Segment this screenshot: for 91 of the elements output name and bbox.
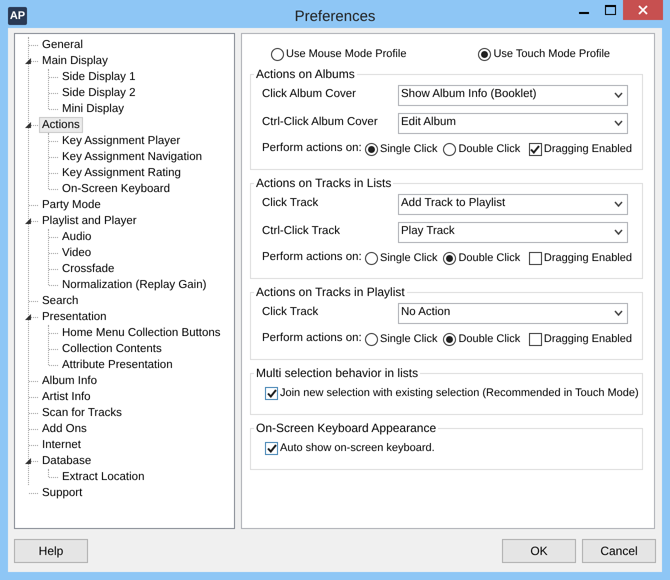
dialog-button[interactable]: OK	[502, 538, 576, 562]
window-title: Preferences	[294, 8, 376, 25]
checkbox[interactable]	[528, 252, 542, 264]
chevron-icon	[614, 92, 623, 98]
tree-item[interactable]: Playlist and Player	[39, 213, 140, 229]
tree-item[interactable]: Search	[39, 293, 82, 309]
tree-item[interactable]: Video	[59, 245, 94, 261]
tree-item[interactable]: Main Display	[39, 53, 111, 69]
field-label: Perform actions on:	[262, 250, 363, 266]
field-label: Click Track	[262, 196, 320, 212]
tree-item[interactable]: Party Mode	[39, 197, 104, 213]
dropdown[interactable]: Add Track to Playlist	[398, 194, 628, 214]
radio-button[interactable]	[443, 252, 456, 264]
radio-label[interactable]: Single Click	[380, 250, 438, 266]
group-title: Actions on Albums	[255, 67, 356, 81]
tree-item[interactable]: Collection Contents	[59, 341, 165, 357]
tree-item[interactable]: Scan for Tracks	[39, 405, 125, 421]
radio-button[interactable]	[271, 48, 284, 60]
radio-button[interactable]	[365, 332, 378, 346]
expand-icon[interactable]	[25, 58, 31, 64]
dialog-button[interactable]: Cancel	[582, 538, 656, 562]
radio-button[interactable]	[443, 142, 456, 156]
radio-label[interactable]: Use Touch Mode Profile	[493, 46, 610, 62]
expand-icon[interactable]	[25, 458, 31, 464]
close-icon[interactable]	[638, 5, 648, 15]
tree-item[interactable]: Key Assignment Player	[59, 133, 184, 149]
close-button[interactable]	[623, 0, 663, 20]
checkbox-label[interactable]: Auto show on-screen keyboard.	[280, 440, 435, 456]
field-label: Perform actions on:	[262, 141, 363, 156]
expand-icon[interactable]	[25, 122, 31, 128]
chevron-icon	[614, 120, 623, 126]
group-title: On-Screen Keyboard Appearance	[255, 421, 438, 435]
checkbox[interactable]	[265, 442, 278, 454]
field-label: Ctrl-Click Track	[262, 224, 341, 240]
radio-label[interactable]: Use Mouse Mode Profile	[286, 46, 406, 62]
checkbox-label[interactable]: Dragging Enabled	[544, 330, 632, 348]
radio-button[interactable]	[365, 252, 378, 264]
tree-item[interactable]: Internet	[39, 437, 84, 453]
expand-icon[interactable]	[25, 314, 31, 320]
checkbox[interactable]	[528, 332, 542, 346]
tree-item[interactable]: On-Screen Keyboard	[59, 181, 174, 197]
radio-button[interactable]	[478, 48, 492, 60]
chevron-icon	[614, 229, 623, 235]
field-label: Click Track	[262, 305, 320, 320]
radio-label[interactable]: Single Click	[380, 330, 438, 348]
tree-item[interactable]: Album Info	[39, 373, 100, 389]
checkbox[interactable]	[528, 142, 542, 156]
field-label: Perform actions on:	[262, 331, 363, 346]
dropdown[interactable]: Play Track	[398, 222, 628, 242]
field-label: Click Album Cover	[262, 87, 357, 102]
tree-item[interactable]: Normalization (Replay Gain)	[59, 277, 210, 293]
radio-button[interactable]	[365, 142, 378, 156]
radio-label[interactable]: Single Click	[380, 140, 438, 158]
tree-item[interactable]: Presentation	[39, 309, 110, 325]
checkbox-label[interactable]: Dragging Enabled	[544, 140, 632, 158]
tree-item[interactable]: Extract Location	[59, 469, 148, 485]
tree-item[interactable]: Mini Display	[59, 101, 127, 117]
dialog-button[interactable]: Help	[14, 538, 88, 562]
tree-item[interactable]: Artist Info	[39, 389, 94, 405]
tree-item[interactable]: Actions	[39, 117, 83, 133]
radio-button[interactable]	[443, 332, 456, 346]
dropdown[interactable]: Show Album Info (Booklet)	[398, 84, 628, 106]
radio-label[interactable]: Double Click	[458, 140, 520, 158]
checkbox[interactable]	[265, 386, 278, 400]
dropdown[interactable]: Edit Album	[398, 112, 628, 134]
tree-item[interactable]: Add Ons	[39, 421, 90, 437]
tree-item[interactable]: Crossfade	[59, 261, 118, 277]
expand-icon[interactable]	[25, 218, 31, 224]
checkbox-label[interactable]: Join new selection with existing selection (Recommended in Touch Mode)	[280, 384, 639, 402]
tree-item[interactable]: General	[39, 37, 86, 53]
checkbox-label[interactable]: Dragging Enabled	[544, 250, 632, 266]
radio-label[interactable]: Double Click	[458, 330, 520, 348]
tree-item[interactable]: Side Display 1	[59, 69, 139, 85]
chevron-icon	[614, 310, 623, 316]
tree-item[interactable]: Database	[39, 453, 94, 469]
tree-item[interactable]: Attribute Presentation	[59, 357, 176, 373]
tree-item[interactable]: Home Menu Collection Buttons	[59, 325, 224, 341]
tree-item[interactable]: Support	[39, 485, 86, 501]
app-icon: AP	[8, 7, 27, 25]
chevron-icon	[614, 201, 623, 207]
tree-item[interactable]: Side Display 2	[59, 85, 139, 101]
tree-item[interactable]: Key Assignment Navigation	[59, 149, 205, 165]
field-label: Ctrl-Click Album Cover	[262, 115, 379, 130]
tree-item[interactable]: Audio	[59, 229, 94, 245]
radio-label[interactable]: Double Click	[458, 250, 520, 266]
dropdown[interactable]: No Action	[398, 302, 628, 324]
tree-item[interactable]: Key Assignment Rating	[59, 165, 184, 181]
group-title: Actions on Tracks in Lists	[255, 176, 392, 190]
group-title: Multi selection behavior in lists	[255, 366, 420, 380]
maximize-icon[interactable]	[604, 5, 616, 15]
group-title: Actions on Tracks in Playlist	[255, 285, 406, 299]
